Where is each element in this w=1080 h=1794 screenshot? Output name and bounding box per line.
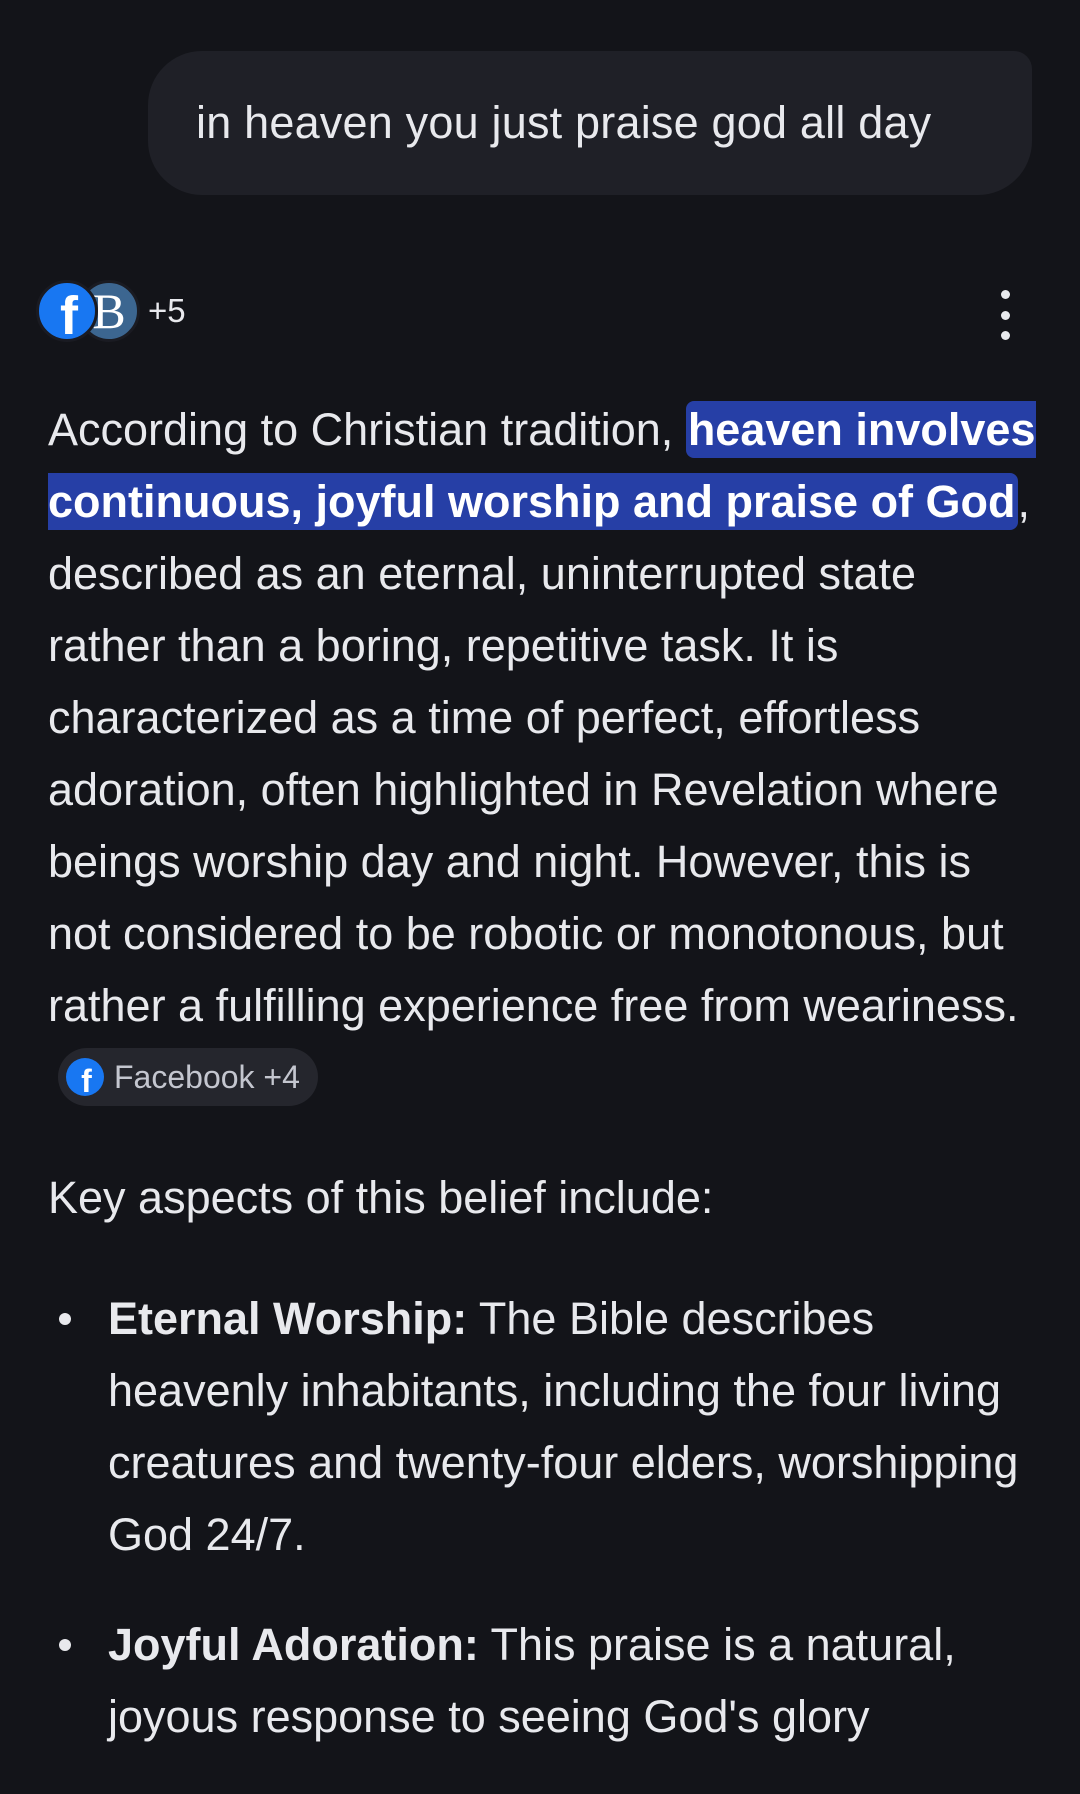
menu-dot — [1000, 331, 1010, 340]
list-item: Eternal Worship: The Bible describes hea… — [48, 1283, 1038, 1571]
user-message-bubble[interactable]: in heaven you just praise god all day — [148, 51, 1032, 195]
bullet-dot — [59, 1313, 71, 1325]
facebook-icon: f — [66, 1058, 104, 1097]
key-aspects-heading: Key aspects of this belief include: — [48, 1172, 714, 1223]
facebook-glyph: f — [81, 1063, 92, 1097]
bullet-title: Joyful Adoration: — [108, 1619, 479, 1670]
more-vert-icon[interactable] — [990, 290, 1020, 340]
facebook-icon: f — [36, 280, 98, 346]
citation-chip[interactable]: f Facebook +4 — [58, 1048, 318, 1107]
menu-dot — [1000, 310, 1010, 320]
answer-body: According to Christian tradition, heaven… — [48, 394, 1038, 1114]
answer-intro-suffix: , described as an eternal, uninterrupted… — [48, 476, 1031, 1031]
bullet-title: Eternal Worship: — [108, 1293, 468, 1344]
user-message-text: in heaven you just praise god all day — [196, 97, 932, 148]
citation-chip-label: Facebook +4 — [114, 1059, 300, 1096]
bullet-dot — [59, 1639, 71, 1651]
menu-dot — [1000, 290, 1010, 299]
answer-intro-prefix: According to Christian tradition, — [48, 404, 686, 455]
sources-more-count: +5 — [148, 292, 186, 329]
answer-intro-paragraph: According to Christian tradition, heaven… — [48, 394, 1038, 1114]
list-item: Joyful Adoration: This praise is a natur… — [48, 1609, 1038, 1753]
facebook-glyph: f — [60, 286, 78, 346]
key-aspects-list: Eternal Worship: The Bible describes hea… — [48, 1283, 1038, 1791]
sources-avatars[interactable]: f B +5 — [36, 278, 186, 344]
